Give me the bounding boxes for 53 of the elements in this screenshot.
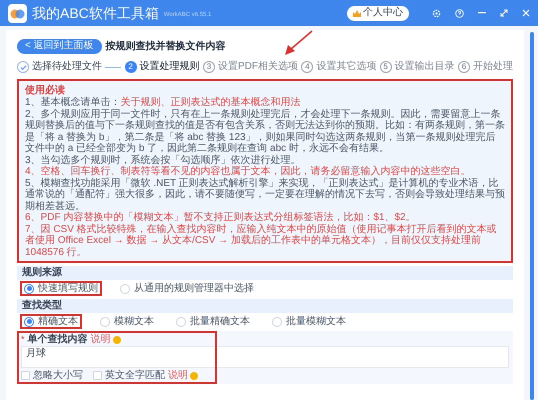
notice-text: 1、基本概念请单击：关于规则、正则表达式的基本概念和用法 (25, 97, 302, 108)
checkbox-label: 英文全字匹配 (105, 370, 165, 380)
step-label: 开始处理 (472, 62, 513, 72)
crown-icon (353, 10, 361, 16)
back-button[interactable]: < 返回到主面板 (17, 38, 102, 54)
radio-button[interactable] (24, 316, 34, 326)
logo-icon (8, 4, 27, 22)
help-link[interactable]: 说明 (90, 332, 111, 347)
notice-link[interactable]: 关于规则、正则表达式的基本概念和用法 (120, 97, 301, 108)
annotation-arrow (284, 30, 314, 56)
checkbox-label: 忽略大小写 (33, 370, 83, 380)
checkbox[interactable] (93, 371, 102, 380)
notice-text: 2、多个规则应用于同一文件时，只有在上一条规则处理完后，才会处理下一条规则。因此，需要留意上一条规则替换后的值与下一条规则查找的值是否有包含关系，否则无法达到你的预期。比如：有两条规则，第一条是「将 a 替换为 b」，第二条是「将 abc 替换 123」，则如果同时勾选这两条规则，当第一条规则处理完后文件中的 a 已经全部变为 b 了，因此第二条规则在查询 abc 时，永远不会有结果。 (25, 108, 505, 154)
window-title: 我的ABC软件工具箱 (32, 6, 159, 20)
help-icon[interactable] (112, 336, 121, 344)
notice-text: 5、模糊查找功能采用「微软 .NET 正则表达式解析引擎」来实现，「正则表达式」是计算机的专业术语，比通常说的「通配符」强大很多，因此，请不要随便写，一定要在理解的情况下去写，否则会导致处理结果与预期相差甚远。 (25, 178, 505, 212)
step-number: 2 (124, 61, 137, 73)
step-number: 6 (458, 61, 470, 73)
maximize-icon[interactable] (500, 9, 508, 17)
notice-text: 3、当勾选多个规则时，系统会按「勾选顺序」依次进行处理。 (25, 154, 302, 166)
step-number: 4 (301, 61, 314, 73)
help-icon[interactable] (190, 372, 198, 380)
required-mark: * (21, 335, 25, 344)
step-label: 设置处理规则 (140, 62, 200, 72)
notice-text: 6、PDF 内容替换中的「模糊文本」暂不支持正则表达式分组标签语法，比如：$1、$2。 (25, 212, 417, 224)
option-label: 精确文本 (38, 316, 78, 326)
step-label: 设置输出目录 (394, 62, 455, 72)
step-number: 5 (380, 61, 392, 73)
help-link[interactable]: 说明 (168, 368, 188, 383)
field-label: 单个查找内容 (28, 334, 88, 344)
notice-title: 使用必读 (25, 84, 66, 96)
step-label: 设置PDF相关选项 (218, 62, 298, 72)
step-label: 设置其它选项 (316, 62, 376, 72)
find-input-field[interactable]: 月球 (21, 346, 509, 368)
option-label: 批量模糊文本 (286, 316, 346, 326)
checkbox[interactable] (21, 371, 30, 380)
section-header: 规则来源 (17, 266, 513, 280)
section-header: 查找类型 (17, 299, 513, 313)
option-label: 批量精确文本 (190, 316, 250, 326)
notice-text: 4、空格、回车换行、制表符等看不见的内容也属于文本，因此，请务必留意输入内容中的这些空白。 (25, 166, 472, 178)
close-icon[interactable] (522, 9, 530, 17)
option-label: 模糊文本 (114, 316, 154, 326)
minimize-icon[interactable] (478, 12, 486, 14)
user-center-button[interactable]: 个人中心 (347, 6, 409, 20)
step-label: 选择待处理文件 (32, 62, 102, 72)
option-label: 快速填写规则 (38, 284, 98, 294)
page-title: 按规则查找并替换文件内容 (106, 39, 226, 54)
settings-icon[interactable] (432, 8, 441, 18)
step-number: 3 (202, 61, 215, 73)
option-label: 从通用的规则管理器中选择 (134, 284, 254, 294)
radio-button[interactable] (24, 284, 34, 294)
notice-text: 7、因 CSV 格式比较特殊，在输入查找内容时，应输入纯文本中的原始值（使用记事本打开后看到的文本或者使用 Office Excel → 数据 → 从文本/CSV → 加载后的工作表中的单元格文本），目前仅仅支持处理前 1048576 行。 (25, 224, 498, 258)
help-icon[interactable] (455, 8, 464, 18)
